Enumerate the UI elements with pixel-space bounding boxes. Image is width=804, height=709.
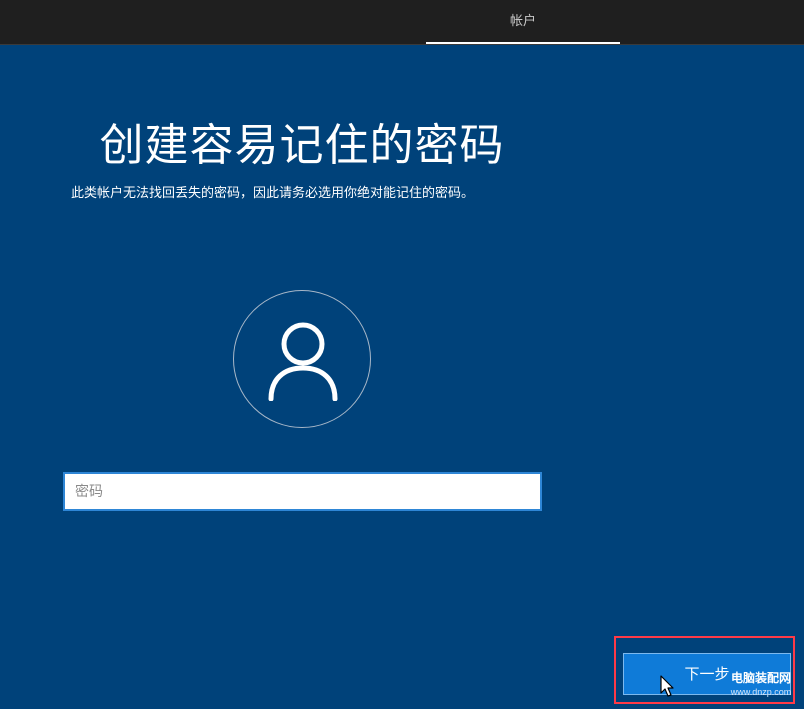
watermark-title: 电脑装配网 [730, 671, 791, 685]
top-bar: 帐户 [0, 0, 804, 45]
user-icon [268, 322, 338, 401]
watermark: 电脑装配网 www.dnzp.com [726, 670, 796, 704]
password-input[interactable] [63, 472, 542, 511]
avatar [233, 290, 371, 428]
watermark-url: www.dnzp.com [730, 687, 792, 697]
setup-screen: 帐户 创建容易记住的密码 此类帐户无法找回丢失的密码，因此请务必选用你绝对能记住… [0, 0, 804, 709]
tab-accounts[interactable]: 帐户 [426, 0, 620, 44]
page-title: 创建容易记住的密码 [99, 120, 505, 171]
page-subtitle: 此类帐户无法找回丢失的密码，因此请务必选用你绝对能记住的密码。 [71, 186, 475, 201]
mouse-cursor-icon [660, 675, 674, 697]
